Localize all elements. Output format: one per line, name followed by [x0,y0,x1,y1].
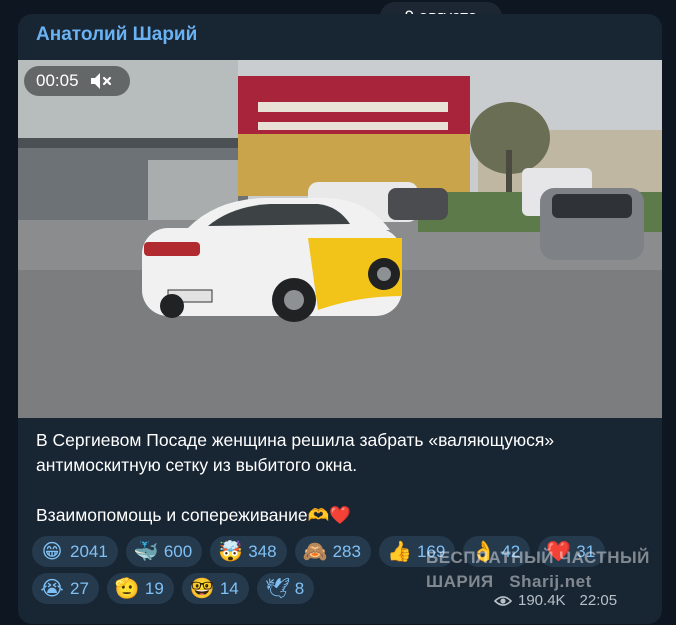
post-caption: В Сергиевом Посаде женщина решила забрат… [36,428,646,528]
post-meta: 190.4K 22:05 [494,592,617,609]
reaction-salute-hand[interactable]: 🫡 19 [106,573,174,604]
grinning-face-icon: 😁 [41,540,63,563]
reaction-exploding-head[interactable]: 🤯 348 [210,536,287,567]
reaction-count: 348 [248,541,277,561]
salute-hand-icon: 🫡 [114,577,140,600]
channel-name[interactable]: Анатолий Шарий [36,24,197,46]
views-count: 190.4K [518,592,566,609]
video-timestamp: 00:05 [36,71,79,90]
speaker-muted-icon[interactable] [89,71,113,91]
whale-icon: 🐳 [133,540,159,563]
reaction-count: 8 [294,578,305,598]
video-frame [18,60,662,418]
reaction-count: 600 [163,541,193,561]
reaction-loudly-crying-face[interactable]: 😭 27 [32,573,99,604]
watermark: БЕСПЛАТНЫЙ ЧАСТНЫЙ ШАРИЯ Sharij.net [426,546,650,594]
reaction-nerd-face[interactable]: 🤓 14 [181,573,249,604]
nerd-face-icon: 🤓 [189,577,215,600]
reaction-whale[interactable]: 🐳 600 [125,536,203,567]
reaction-count: 14 [219,578,239,598]
see-no-evil-monkey-icon: 🙈 [302,540,328,563]
watermark-line: БЕСПЛАТНЫЙ ЧАСТНЫЙ [426,548,650,567]
channel-post: Анатолий Шарий 00:05 В Сергиевом Посаде … [18,14,662,624]
reaction-see-no-evil-monkey[interactable]: 🙈 283 [294,536,371,567]
caption-paragraph: Взаимопомощь и сопереживание🫶❤️ [36,505,352,525]
exploding-head-icon: 🤯 [218,540,244,563]
caption-paragraph: В Сергиевом Посаде женщина решила забрат… [36,430,555,475]
dove-icon: 🕊 [264,577,291,600]
reaction-count: 2041 [70,541,108,561]
watermark-line: ШАРИЯ Sharij.net [426,572,592,591]
reaction-dove[interactable]: 🕊 8 [256,573,315,604]
reaction-count: 19 [144,578,164,598]
post-time: 22:05 [579,592,618,609]
reaction-count: 283 [332,541,361,561]
reaction-grinning-face[interactable]: 😁 2041 [32,536,118,567]
reaction-count: 27 [70,578,89,598]
video-player[interactable]: 00:05 [18,60,662,418]
loudly-crying-face-icon: 😭 [40,577,64,600]
thumbs-up-icon: 👍 [386,540,412,563]
views-eye-icon [494,595,512,606]
video-timestamp-badge[interactable]: 00:05 [24,66,130,96]
